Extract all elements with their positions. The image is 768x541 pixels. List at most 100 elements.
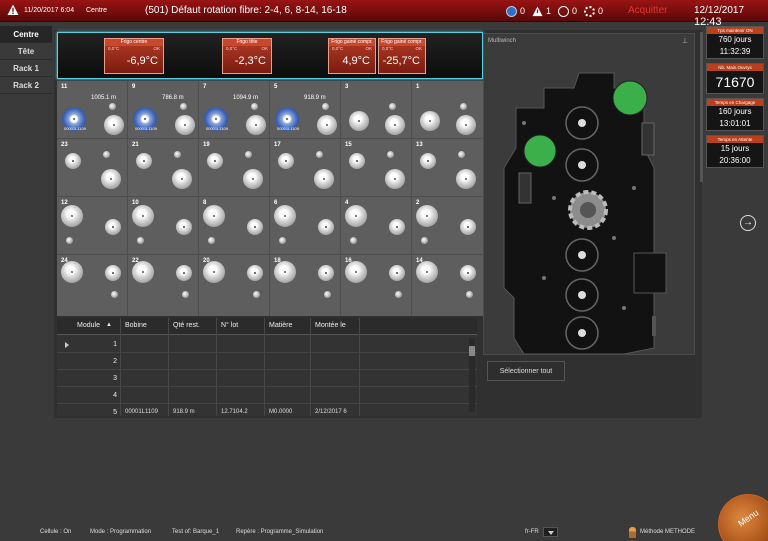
table-row[interactable]: 4 — [57, 387, 477, 404]
tab-tete[interactable]: Tête — [0, 43, 52, 60]
spool-knob[interactable] — [136, 153, 152, 169]
col-montee[interactable]: Montée le — [315, 322, 346, 329]
spool-position[interactable]: 18 — [270, 255, 341, 316]
spool-position[interactable]: 10 — [128, 197, 199, 255]
spool-knob[interactable] — [345, 261, 367, 283]
spool-position[interactable]: 14 — [412, 255, 483, 316]
spool-position[interactable]: 23 — [57, 139, 128, 197]
spool-knob[interactable] — [460, 265, 476, 281]
spool-knob[interactable] — [349, 153, 365, 169]
spool-position[interactable]: 1 — [412, 81, 483, 139]
spool-knob[interactable] — [460, 219, 476, 235]
spool-knob[interactable] — [61, 261, 83, 283]
warning-count-icon[interactable] — [532, 5, 543, 17]
spool-knob[interactable] — [65, 153, 81, 169]
sensor-frigo-gaine-2[interactable]: Frigo gainé compr. 0,0°C OK -25,7°C — [378, 38, 426, 74]
spool-position[interactable]: 24 — [57, 255, 128, 316]
spool-position[interactable]: 7 1094.9 m 00001L1109 — [199, 81, 270, 139]
spool-position[interactable]: 5 918.9 m 00001L1109 — [270, 81, 341, 139]
spool-position[interactable]: 2 — [412, 197, 483, 255]
spool-knob[interactable] — [416, 205, 438, 227]
info-icon[interactable] — [506, 5, 517, 17]
col-bobine[interactable]: Bobine — [125, 322, 147, 329]
spool-knob[interactable] — [175, 115, 195, 135]
tab-centre[interactable]: Centre — [0, 26, 52, 43]
spool-knob[interactable] — [314, 169, 334, 189]
spool-position[interactable]: 8 — [199, 197, 270, 255]
spool-knob[interactable] — [385, 115, 405, 135]
table-scrollbar[interactable] — [469, 338, 475, 412]
spool-position[interactable]: 15 — [341, 139, 412, 197]
col-lot[interactable]: N° lot — [221, 322, 238, 329]
spool-knob[interactable] — [203, 205, 225, 227]
spool-position[interactable]: 16 — [341, 255, 412, 316]
spool-knob[interactable] — [105, 219, 121, 235]
spool-knob[interactable] — [132, 205, 154, 227]
spool-position[interactable]: 12 — [57, 197, 128, 255]
spool-position[interactable]: 6 — [270, 197, 341, 255]
spool-position[interactable]: 13 — [412, 139, 483, 197]
spool-knob[interactable] — [349, 111, 369, 131]
table-row[interactable]: 1 — [57, 336, 477, 353]
sort-asc-icon[interactable]: ▲ — [106, 322, 112, 328]
gear-icon[interactable] — [584, 5, 596, 17]
spool-knob[interactable] — [247, 219, 263, 235]
spool-knob[interactable] — [132, 261, 154, 283]
spool-position[interactable]: 22 — [128, 255, 199, 316]
spool-knob[interactable] — [389, 265, 405, 281]
spool-knob[interactable] — [345, 205, 367, 227]
table-row[interactable]: 3 — [57, 370, 477, 387]
multiwinch-diagram[interactable] — [484, 48, 696, 354]
spool-knob[interactable] — [105, 265, 121, 281]
col-module[interactable]: Module — [77, 322, 100, 329]
col-matiere[interactable]: Matière — [269, 322, 292, 329]
spool-knob[interactable] — [274, 205, 296, 227]
spool-knob[interactable] — [456, 115, 476, 135]
spool-knob[interactable] — [318, 219, 334, 235]
sensor-frigo-gaine-1[interactable]: Frigo gainé compr. 0,0°C OK 4,9°C — [328, 38, 376, 74]
spool-knob[interactable] — [416, 261, 438, 283]
side-scrollbar[interactable] — [700, 32, 703, 182]
spool-knob[interactable] — [172, 169, 192, 189]
spool-knob[interactable] — [246, 115, 266, 135]
spool-position[interactable]: 21 — [128, 139, 199, 197]
col-qty[interactable]: Qté rest. — [173, 322, 200, 329]
spool-knob[interactable] — [420, 111, 440, 131]
spool-knob[interactable] — [176, 265, 192, 281]
acknowledge-button[interactable]: Acquitter — [628, 5, 667, 16]
spool-knob[interactable] — [389, 219, 405, 235]
spool-knob[interactable] — [274, 261, 296, 283]
sensor-frigo-tete[interactable]: Frigo tête 0,0°C OK -2,3°C — [222, 38, 272, 74]
spool-position[interactable]: 11 1005.1 m 00001L1109 — [57, 81, 128, 139]
spool-knob[interactable] — [61, 205, 83, 227]
clock-icon[interactable] — [558, 5, 570, 17]
language-dropdown[interactable] — [543, 527, 558, 537]
spool-knob[interactable] — [243, 169, 263, 189]
spool-knob[interactable] — [104, 115, 124, 135]
table-row[interactable]: 2 — [57, 353, 477, 370]
spool-knob[interactable] — [420, 153, 436, 169]
menu-button[interactable]: Menu — [718, 494, 768, 541]
spool-position[interactable]: 20 — [199, 255, 270, 316]
spool-position[interactable]: 19 — [199, 139, 270, 197]
tab-rack-1[interactable]: Rack 1 — [0, 60, 52, 77]
scroll-thumb[interactable] — [469, 346, 475, 356]
spool-knob[interactable] — [176, 219, 192, 235]
spool-knob[interactable] — [317, 115, 337, 135]
method-label[interactable]: Méthode METHODE — [640, 529, 695, 535]
sensor-frigo-centre[interactable]: Frigo centre 0,0°C OK -6,9°C — [104, 38, 164, 74]
select-all-button[interactable]: Sélectionner tout — [487, 361, 565, 381]
pin-icon[interactable]: ⊥ — [682, 37, 688, 45]
table-row[interactable]: 5 00001L1109 918.9 m 12.7104.2 M0.0000 2… — [57, 404, 477, 416]
spool-knob[interactable] — [247, 265, 263, 281]
spool-knob[interactable] — [278, 153, 294, 169]
spool-knob[interactable] — [207, 153, 223, 169]
spool-knob[interactable] — [203, 261, 225, 283]
alarm-message[interactable]: (501) Défaut rotation fibre: 2-4, 6, 8-1… — [145, 5, 347, 16]
spool-knob[interactable] — [385, 169, 405, 189]
tab-rack-2[interactable]: Rack 2 — [0, 77, 52, 94]
spool-position[interactable]: 3 — [341, 81, 412, 139]
spool-position[interactable]: 9 786.8 m 00001L1109 — [128, 81, 199, 139]
spool-knob[interactable] — [101, 169, 121, 189]
spool-knob[interactable] — [318, 265, 334, 281]
